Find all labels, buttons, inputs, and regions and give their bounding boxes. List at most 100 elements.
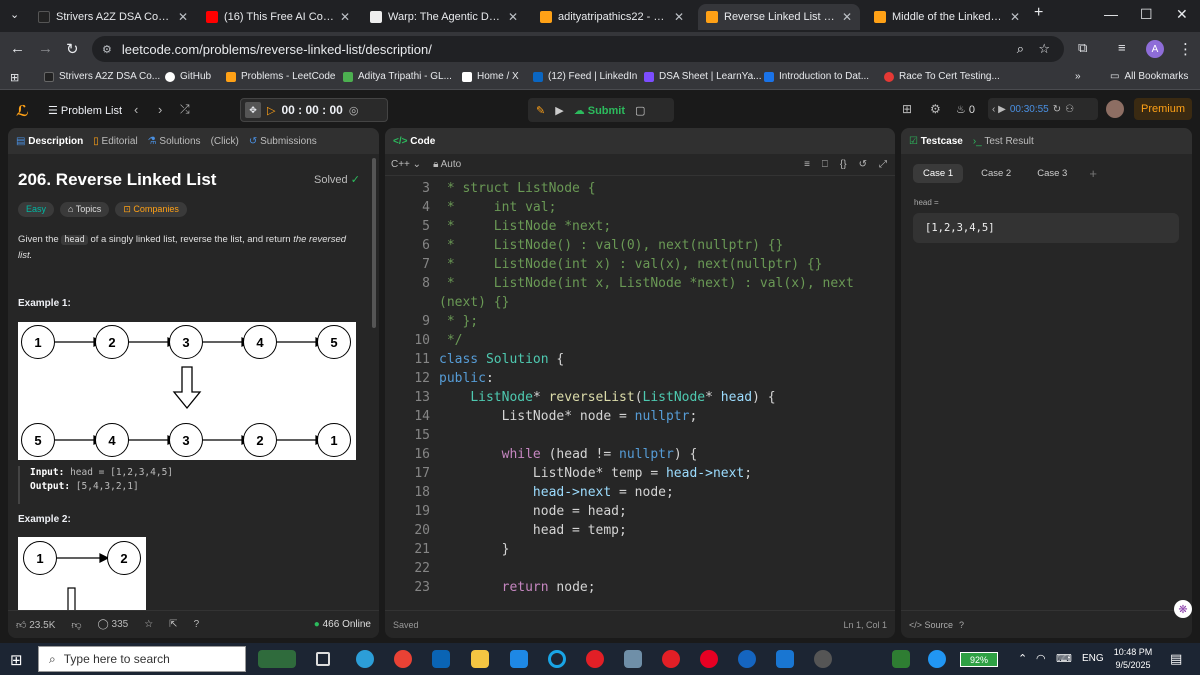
timer-widget[interactable]: ✥ ▷ 00 : 00 : 00 ◎ <box>240 98 388 122</box>
topics-tag[interactable]: ⌂ Topics <box>60 202 110 217</box>
problem-list-button[interactable]: ☰ Problem List <box>48 104 122 117</box>
battery-indicator[interactable]: 92% <box>960 652 998 667</box>
avatar[interactable] <box>1106 100 1124 118</box>
submit-button[interactable]: ☁ Submit <box>574 104 625 117</box>
close-icon[interactable]: ✕ <box>340 10 350 24</box>
next-problem-icon[interactable]: › <box>158 102 162 117</box>
minimize-icon[interactable]: — <box>1104 6 1118 22</box>
bookmark-icon[interactable]: ⎕ <box>822 159 828 170</box>
more-bookmarks-icon[interactable]: » <box>1075 71 1081 82</box>
extension-bubble-icon[interactable]: ❋ <box>1174 600 1192 618</box>
bookmark-item[interactable]: Race To Cert Testing... <box>884 71 1000 82</box>
bookmark-item[interactable]: DSA Sheet | LearnYa... <box>644 71 761 82</box>
apps-icon[interactable]: ⊞ <box>10 71 19 84</box>
help-icon[interactable]: ? <box>959 620 964 630</box>
extensions-icon[interactable]: ⧉ <box>1078 40 1087 56</box>
browser-tab[interactable]: adityatripathics22 - LeetCo ✕ <box>532 4 692 30</box>
chrome-icon[interactable] <box>394 650 412 668</box>
difficulty-tag[interactable]: Easy <box>18 202 55 217</box>
close-icon[interactable]: ✕ <box>674 10 684 24</box>
tab-testcase[interactable]: ☑ Testcase <box>909 136 963 147</box>
case-3-tab[interactable]: Case 3 <box>1029 164 1075 183</box>
bookmark-item[interactable]: (12) Feed | LinkedIn <box>533 71 637 82</box>
pinterest-icon[interactable] <box>700 650 718 668</box>
keyboard-icon[interactable]: ⌨ <box>1056 652 1072 665</box>
browser-tab-active[interactable]: Reverse Linked List - LeetC ✕ <box>698 4 860 30</box>
windows-start-icon[interactable]: ⊞ <box>10 651 23 669</box>
opera-icon[interactable] <box>586 650 604 668</box>
auto-mode[interactable]: 🔒︎ Auto <box>433 159 461 170</box>
help-icon[interactable]: ? <box>194 619 200 630</box>
scrollbar[interactable] <box>372 158 376 328</box>
tab-solutions[interactable]: ⚗ Solutions <box>148 136 201 147</box>
site-info-icon[interactable]: ⚙ <box>102 43 112 56</box>
dislike-icon[interactable]: 👎︎ <box>71 619 81 631</box>
cortana-icon[interactable] <box>548 650 566 668</box>
github-desktop-icon[interactable] <box>814 650 832 668</box>
source-button[interactable]: </> Source <box>909 620 953 630</box>
all-bookmarks[interactable]: ▭ All Bookmarks <box>1110 71 1188 82</box>
zoom-icon[interactable]: ⌕ <box>1017 41 1024 57</box>
tab-description[interactable]: ▤ Description <box>16 136 83 147</box>
close-icon[interactable]: ✕ <box>508 10 518 24</box>
tab-click[interactable]: (Click) <box>211 136 239 147</box>
browser-tab[interactable]: Warp: The Agentic Develop ✕ <box>362 4 526 30</box>
run-icon[interactable]: ▶ <box>555 104 563 117</box>
codeforces-icon[interactable] <box>738 650 756 668</box>
bookmark-item[interactable]: GitHub <box>165 71 211 82</box>
bookmark-item[interactable]: Aditya Tripathi - GL... <box>343 71 452 82</box>
eye-icon[interactable]: ◎ <box>349 104 359 117</box>
language-select[interactable]: C++ ⌄ <box>391 159 421 170</box>
bookmark-item[interactable]: Strivers A2Z DSA Co... <box>44 71 160 82</box>
url-field[interactable]: ⚙ leetcode.com/problems/reverse-linked-l… <box>92 36 1064 62</box>
tray-chevron-icon[interactable]: ⌃ <box>1018 652 1027 665</box>
reload-icon[interactable]: ↻ <box>66 40 79 58</box>
browser-tab[interactable]: Middle of the Linked List - ✕ <box>866 4 1028 30</box>
param-input[interactable]: [1,2,3,4,5] <box>913 213 1179 243</box>
streak-counter[interactable]: ♨ 0 <box>956 103 975 116</box>
debug-icon[interactable]: ✎ <box>536 104 545 117</box>
opera-gx-icon[interactable] <box>662 650 680 668</box>
tab-search-icon[interactable]: ⌄ <box>10 8 19 21</box>
task-view-icon[interactable] <box>316 652 330 666</box>
layout-icon[interactable]: ⊞ <box>902 102 912 116</box>
braces-icon[interactable]: {} <box>840 159 847 170</box>
maximize-icon[interactable]: ☐ <box>1140 6 1153 23</box>
taskbar-search[interactable]: ⌕ Type here to search <box>38 646 246 672</box>
bookmark-item[interactable]: Home / X <box>462 71 519 82</box>
profile-avatar[interactable]: A <box>1146 40 1164 58</box>
prev-problem-icon[interactable]: ‹ <box>134 102 138 117</box>
menu-icon[interactable]: ⋮ <box>1178 40 1193 58</box>
telegram-icon[interactable] <box>928 650 946 668</box>
play-icon[interactable]: ▷ <box>267 104 275 117</box>
code-tab[interactable]: </> Code <box>393 136 435 147</box>
file-explorer-icon[interactable] <box>471 650 489 668</box>
comments-button[interactable]: ◯ 335 <box>98 619 129 630</box>
browser-tab[interactable]: Strivers A2Z DSA Course/S ✕ <box>30 4 196 30</box>
notification-icon[interactable]: ▤ <box>1170 651 1182 667</box>
app-icon[interactable] <box>624 650 642 668</box>
media-icon[interactable]: ≡ <box>1118 40 1126 55</box>
language-indicator[interactable]: ENG <box>1082 653 1104 664</box>
notes-icon[interactable]: ▢ <box>635 104 645 117</box>
tab-submissions[interactable]: ↺ Submissions <box>249 136 317 147</box>
edge-icon[interactable] <box>356 650 374 668</box>
linkedin-app-icon[interactable] <box>776 650 794 668</box>
companies-tag[interactable]: ⊡ Companies <box>115 202 187 217</box>
weather-widget-icon[interactable] <box>258 650 296 668</box>
tab-editorial[interactable]: ▯ Editorial <box>93 136 137 147</box>
close-icon[interactable]: ✕ <box>1010 10 1020 24</box>
case-2-tab[interactable]: Case 2 <box>977 164 1015 183</box>
add-case-icon[interactable]: + <box>1089 166 1097 181</box>
bookmark-item[interactable]: Problems - LeetCode <box>226 71 336 82</box>
case-1-tab[interactable]: Case 1 <box>913 164 964 183</box>
clock[interactable]: 10:48 PM 9/5/2025 <box>1108 646 1158 672</box>
shuffle-icon[interactable]: ⤮ <box>180 102 190 117</box>
browser-tab[interactable]: (16) This Free AI Coding En ✕ <box>198 4 358 30</box>
vscode-icon[interactable] <box>892 650 910 668</box>
wifi-icon[interactable]: ◠ <box>1036 652 1046 665</box>
settings-icon[interactable]: ⚙ <box>930 102 941 116</box>
back-icon[interactable]: ← <box>10 40 25 57</box>
share-icon[interactable]: ⇱ <box>169 619 177 630</box>
like-button[interactable]: 👍︎ 23.5K <box>16 619 55 631</box>
